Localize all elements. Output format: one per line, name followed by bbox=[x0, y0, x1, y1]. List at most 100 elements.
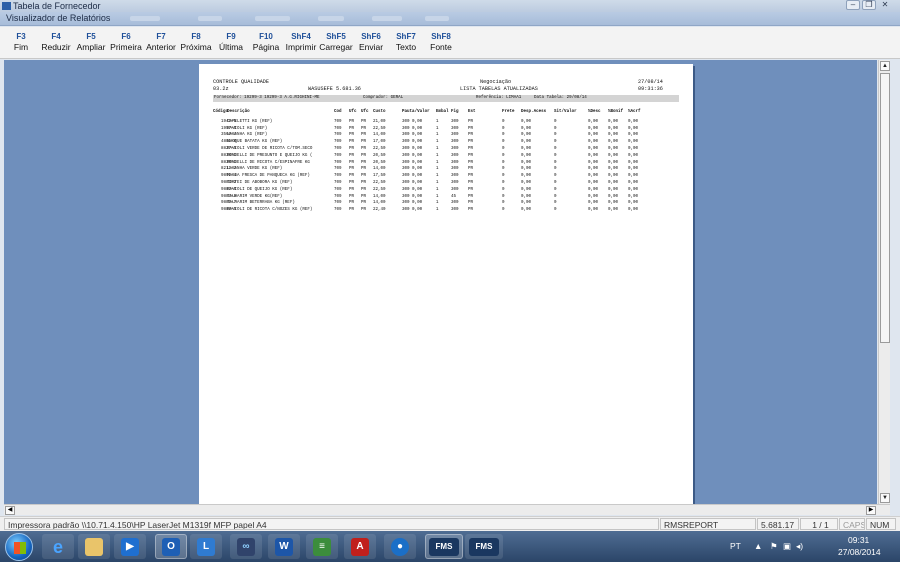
table-cell: PR bbox=[361, 140, 367, 145]
toolbar-button-f6[interactable]: F6 Primeira bbox=[109, 27, 143, 57]
table-cell: PR bbox=[468, 146, 474, 151]
table-cell: PR bbox=[361, 146, 367, 151]
taskbar-file-explorer[interactable] bbox=[78, 534, 110, 559]
table-cell: PR bbox=[349, 194, 355, 199]
table-row: 1945-5 CAPELETTI KG (REF) 709 PR PR 21,00 300 … bbox=[213, 119, 679, 126]
taskbar-internet-explorer[interactable]: e bbox=[42, 534, 74, 559]
table-cell: 709 bbox=[334, 180, 342, 185]
scroll-thumb[interactable] bbox=[880, 73, 890, 343]
table-cell: 0,00 bbox=[521, 119, 532, 124]
app-icon bbox=[2, 2, 11, 10]
column-header: Ufc bbox=[361, 110, 369, 114]
table-cell: 0 bbox=[554, 208, 557, 213]
table-cell: PR bbox=[361, 160, 367, 165]
table-cell: RAVIOLI DE QUEIJO KG (REF) bbox=[227, 187, 293, 192]
taskbar-rms-2[interactable]: FMS bbox=[465, 534, 503, 559]
start-button[interactable] bbox=[5, 533, 33, 561]
tray-expand-icon[interactable]: ▲ bbox=[754, 541, 762, 551]
report-subtitle: WASUSEFE 5.681.36 bbox=[308, 86, 361, 92]
button-label: Enviar bbox=[358, 42, 384, 52]
table-cell: PR bbox=[349, 160, 355, 165]
folder-icon bbox=[85, 537, 103, 556]
table-cell: 709 bbox=[334, 187, 342, 192]
table-cell: PR bbox=[468, 180, 474, 185]
table-cell: PR bbox=[349, 187, 355, 192]
table-cell: 300 0,00 bbox=[402, 174, 423, 179]
table-cell: PR bbox=[468, 201, 474, 206]
column-header: Ufc bbox=[349, 110, 357, 114]
clock-time[interactable]: 09:31 bbox=[848, 535, 869, 545]
table-cell: 20,50 bbox=[373, 160, 386, 165]
table-cell: 0,00 bbox=[608, 174, 619, 179]
table-cell: 709 bbox=[334, 174, 342, 179]
table-cell: MASSA FRESCA DE PANQUECA KG (REF) bbox=[227, 174, 310, 179]
toolbar-button-shf8[interactable]: ShF8 Fonte bbox=[424, 27, 458, 57]
toolbar-button-f8[interactable]: F8 Próxima bbox=[179, 27, 213, 57]
blurred-text bbox=[255, 16, 290, 21]
volume-icon[interactable]: ◂) bbox=[796, 541, 803, 552]
toolbar-button-shf6[interactable]: ShF6 Enviar bbox=[354, 27, 388, 57]
table-cell: 300 0,00 bbox=[402, 201, 423, 206]
table-cell: 300 0,00 bbox=[402, 160, 423, 165]
key-label: F6 bbox=[121, 32, 131, 41]
vertical-scrollbar[interactable]: ▲ ▼ bbox=[878, 60, 890, 504]
language-indicator[interactable]: PT bbox=[730, 541, 741, 551]
taskbar-chrome[interactable]: ● bbox=[384, 534, 416, 559]
table-cell: 0 bbox=[502, 167, 505, 172]
taskbar-acrobat[interactable]: A bbox=[344, 534, 376, 559]
column-header: %Desc bbox=[588, 110, 601, 114]
taskbar-remote-desktop[interactable]: ∞ bbox=[230, 534, 262, 559]
minimize-icon[interactable]: – bbox=[846, 0, 860, 10]
table-cell: PR bbox=[349, 133, 355, 138]
horizontal-scrollbar[interactable]: ◀ ▶ bbox=[4, 504, 890, 515]
table-cell: PR bbox=[361, 153, 367, 158]
toolbar-button-shf4[interactable]: ShF4 Imprimir bbox=[284, 27, 318, 57]
report-time: 09:31:36 bbox=[638, 86, 663, 92]
toolbar-button-f3[interactable]: F3 Fim bbox=[4, 27, 38, 57]
toolbar-button-shf7[interactable]: ShF7 Texto bbox=[389, 27, 423, 57]
table-cell: 300 bbox=[451, 146, 459, 151]
table-cell: 0,00 bbox=[521, 167, 532, 172]
taskbar-word[interactable]: W bbox=[268, 534, 300, 559]
table-cell: 0 bbox=[502, 146, 505, 151]
toolbar-button-f10[interactable]: F10 Página bbox=[249, 27, 283, 57]
table-cell: 22,40 bbox=[373, 208, 386, 213]
clock-date[interactable]: 27/08/2014 bbox=[838, 547, 881, 557]
table-cell: 300 bbox=[451, 167, 459, 172]
taskbar-lync[interactable]: L bbox=[190, 534, 222, 559]
button-label: Primeira bbox=[110, 42, 142, 52]
table-cell: LASANHA KG (REF) bbox=[227, 133, 268, 138]
version-status: 5.681.17 bbox=[757, 518, 799, 530]
toolbar-button-f7[interactable]: F7 Anterior bbox=[144, 27, 178, 57]
table-cell: 22,50 bbox=[373, 180, 386, 185]
table-cell: 0,00 bbox=[588, 180, 599, 185]
table-cell: 0,00 bbox=[628, 146, 639, 151]
close-icon[interactable]: ✕ bbox=[878, 0, 892, 10]
table-cell: 1 bbox=[436, 133, 439, 138]
scroll-left-icon[interactable]: ◀ bbox=[5, 506, 15, 515]
table-cell: PR bbox=[349, 119, 355, 124]
toolbar-button-shf5[interactable]: ShF5 Carregar bbox=[319, 27, 353, 57]
toolbar-button-f4[interactable]: F4 Reduzir bbox=[39, 27, 73, 57]
button-label: Página bbox=[252, 42, 280, 52]
table-cell: 0,00 bbox=[628, 119, 639, 124]
table-cell: 0,00 bbox=[588, 146, 599, 151]
scroll-right-icon[interactable]: ▶ bbox=[866, 506, 876, 515]
network-icon[interactable]: ▣ bbox=[783, 541, 791, 552]
table-cell: 1 bbox=[436, 153, 439, 158]
media-icon: ▶ bbox=[121, 537, 139, 556]
taskbar-rms-1[interactable]: FMS bbox=[425, 534, 463, 559]
table-cell: PR bbox=[468, 208, 474, 213]
taskbar-media[interactable]: ▶ bbox=[114, 534, 146, 559]
table-cell: 0,00 bbox=[521, 160, 532, 165]
scroll-up-icon[interactable]: ▲ bbox=[880, 61, 890, 71]
toolbar-button-f9[interactable]: F9 Última bbox=[214, 27, 248, 57]
browser-icon: ● bbox=[391, 537, 409, 556]
taskbar-outlook[interactable]: O bbox=[155, 534, 187, 559]
taskbar-stack-app[interactable]: ≡ bbox=[306, 534, 338, 559]
flag-icon[interactable]: ⚑ bbox=[770, 541, 778, 552]
restore-icon[interactable]: ❐ bbox=[862, 0, 876, 10]
scroll-down-icon[interactable]: ▼ bbox=[880, 493, 890, 503]
table-cell: 709 bbox=[334, 208, 342, 213]
toolbar-button-f5[interactable]: F5 Ampliar bbox=[74, 27, 108, 57]
